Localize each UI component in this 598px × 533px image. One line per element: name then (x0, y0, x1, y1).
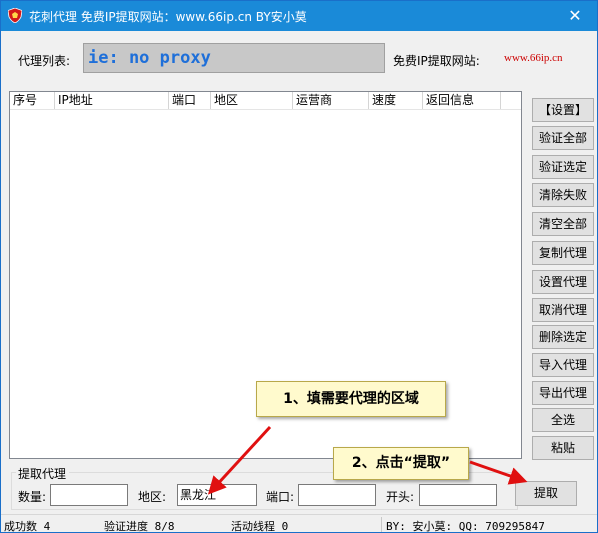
column-header-response[interactable]: 返回信息 (423, 92, 501, 109)
group-border-left (11, 472, 16, 473)
table-header: 序号 IP地址 端口 地区 运营商 速度 返回信息 (10, 92, 521, 110)
status-divider (381, 517, 382, 532)
callout-fill-region: 1、填需要代理的区域 (256, 381, 446, 417)
verify-all-button[interactable]: 验证全部 (532, 126, 594, 150)
clear-all-button[interactable]: 清空全部 (532, 212, 594, 236)
region-input[interactable]: 黑龙江 (177, 484, 257, 506)
region-label: 地区: (138, 490, 167, 504)
verify-selected-button[interactable]: 验证选定 (532, 155, 594, 179)
paste-button[interactable]: 粘贴 (532, 436, 594, 460)
select-all-button[interactable]: 全选 (532, 408, 594, 432)
port-input[interactable] (298, 484, 376, 506)
count-label: 数量: (18, 490, 47, 504)
status-progress: 验证进度 8/8 (104, 520, 175, 533)
proxy-list-label: 代理列表: (18, 54, 71, 68)
column-header-ip[interactable]: IP地址 (55, 92, 169, 109)
set-proxy-button[interactable]: 设置代理 (532, 270, 594, 294)
import-proxy-button[interactable]: 导入代理 (532, 353, 594, 377)
site-link[interactable]: www.66ip.cn (504, 52, 563, 64)
column-header-index[interactable]: 序号 (10, 92, 55, 109)
status-bar: 成功数 4 验证进度 8/8 活动线程 0 BY: 安小莫: QQ: 70929… (1, 514, 597, 533)
close-button[interactable]: ✕ (553, 1, 597, 31)
app-window: 花刺代理 免费IP提取网站：www.66ip.cn BY安小莫 ✕ 代理列表: … (0, 0, 598, 533)
fetch-group-title: 提取代理 (17, 465, 68, 482)
current-proxy-display: ie: no proxy (83, 43, 385, 73)
copy-proxy-button[interactable]: 复制代理 (532, 241, 594, 265)
column-header-port[interactable]: 端口 (169, 92, 211, 109)
status-success-count: 成功数 4 (4, 520, 51, 533)
settings-button[interactable]: 【设置】 (532, 98, 594, 122)
prefix-input[interactable] (419, 484, 497, 506)
column-header-isp[interactable]: 运营商 (293, 92, 369, 109)
free-site-label: 免费IP提取网站: (393, 54, 480, 68)
column-header-region[interactable]: 地区 (211, 92, 293, 109)
shield-app-icon (8, 8, 22, 23)
delete-selected-button[interactable]: 删除选定 (532, 325, 594, 349)
clear-failed-button[interactable]: 清除失败 (532, 183, 594, 207)
status-author: BY: 安小莫: QQ: 709295847 (386, 520, 545, 533)
fetch-button[interactable]: 提取 (515, 481, 577, 506)
column-header-speed[interactable]: 速度 (369, 92, 423, 109)
cancel-proxy-button[interactable]: 取消代理 (532, 298, 594, 322)
count-input[interactable] (50, 484, 128, 506)
title-bar: 花刺代理 免费IP提取网站：www.66ip.cn BY安小莫 ✕ (1, 1, 597, 31)
prefix-label: 开头: (386, 490, 415, 504)
callout-click-fetch: 2、点击“提取” (333, 447, 469, 480)
window-title: 花刺代理 免费IP提取网站：www.66ip.cn BY安小莫 (29, 10, 307, 24)
export-proxy-button[interactable]: 导出代理 (532, 381, 594, 405)
port-label: 端口: (266, 490, 295, 504)
status-threads: 活动线程 0 (231, 520, 289, 533)
